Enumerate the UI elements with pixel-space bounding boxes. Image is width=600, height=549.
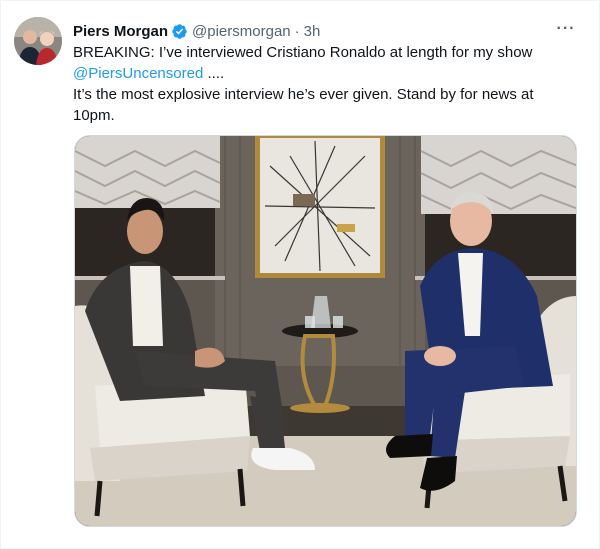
mention-link[interactable]: @PiersUncensored	[73, 65, 203, 82]
tweet-text-line-mention: @PiersUncensored ....	[73, 63, 583, 84]
tweet[interactable]: Piers Morgan @piersmorgan · 3h ··· BREAK…	[0, 0, 600, 549]
tweet-photo[interactable]	[74, 135, 577, 527]
mention-suffix: ....	[203, 65, 225, 82]
verified-badge-icon	[171, 23, 188, 40]
avatar-image	[14, 17, 62, 65]
author-handle[interactable]: @piersmorgan	[192, 23, 291, 40]
more-options-icon[interactable]: ···	[553, 21, 579, 40]
author-name[interactable]: Piers Morgan	[73, 23, 168, 40]
tweet-text-line-1: BREAKING: I’ve interviewed Cristiano Ron…	[73, 44, 533, 61]
author-avatar[interactable]	[14, 17, 62, 65]
tweet-text: BREAKING: I’ve interviewed Cristiano Ron…	[73, 42, 583, 126]
tweet-timestamp[interactable]: 3h	[304, 23, 321, 40]
header-separator: ·	[294, 22, 300, 40]
interview-photo-image	[75, 136, 576, 526]
tweet-header: Piers Morgan @piersmorgan · 3h	[73, 21, 320, 41]
tweet-text-line-3: 10pm.	[73, 107, 115, 124]
tweet-text-line-2: It’s the most explosive interview he’s e…	[73, 86, 534, 103]
